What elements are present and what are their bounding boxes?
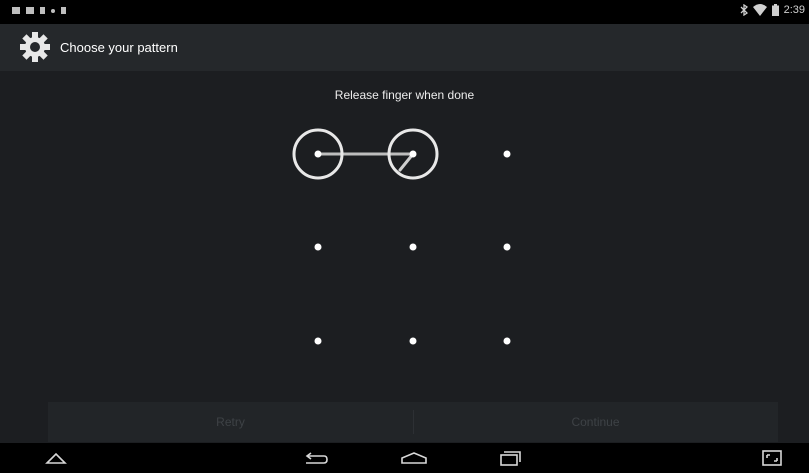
home-up-button[interactable] [36, 446, 76, 470]
footer-button-bar: Retry Continue [48, 402, 778, 442]
home-icon [401, 452, 427, 464]
pattern-dot[interactable] [409, 243, 417, 251]
home-up-icon [45, 452, 67, 464]
navigation-bar [0, 443, 809, 473]
pattern-dot[interactable] [409, 337, 417, 345]
pattern-dot[interactable] [314, 150, 322, 158]
pattern-dot[interactable] [503, 243, 511, 251]
fullscreen-button[interactable] [752, 446, 792, 470]
fullscreen-icon [762, 450, 782, 466]
home-button[interactable] [394, 446, 434, 470]
pattern-dot[interactable] [409, 150, 417, 158]
recents-button[interactable] [490, 446, 530, 470]
recents-icon [500, 451, 521, 466]
retry-button[interactable]: Retry [48, 402, 413, 442]
pattern-dot[interactable] [503, 150, 511, 158]
back-button[interactable] [296, 446, 336, 470]
continue-button[interactable]: Continue [413, 402, 778, 442]
back-icon [305, 452, 328, 464]
pattern-dot[interactable] [314, 243, 322, 251]
pattern-dot[interactable] [314, 337, 322, 345]
pattern-dot[interactable] [503, 337, 511, 345]
